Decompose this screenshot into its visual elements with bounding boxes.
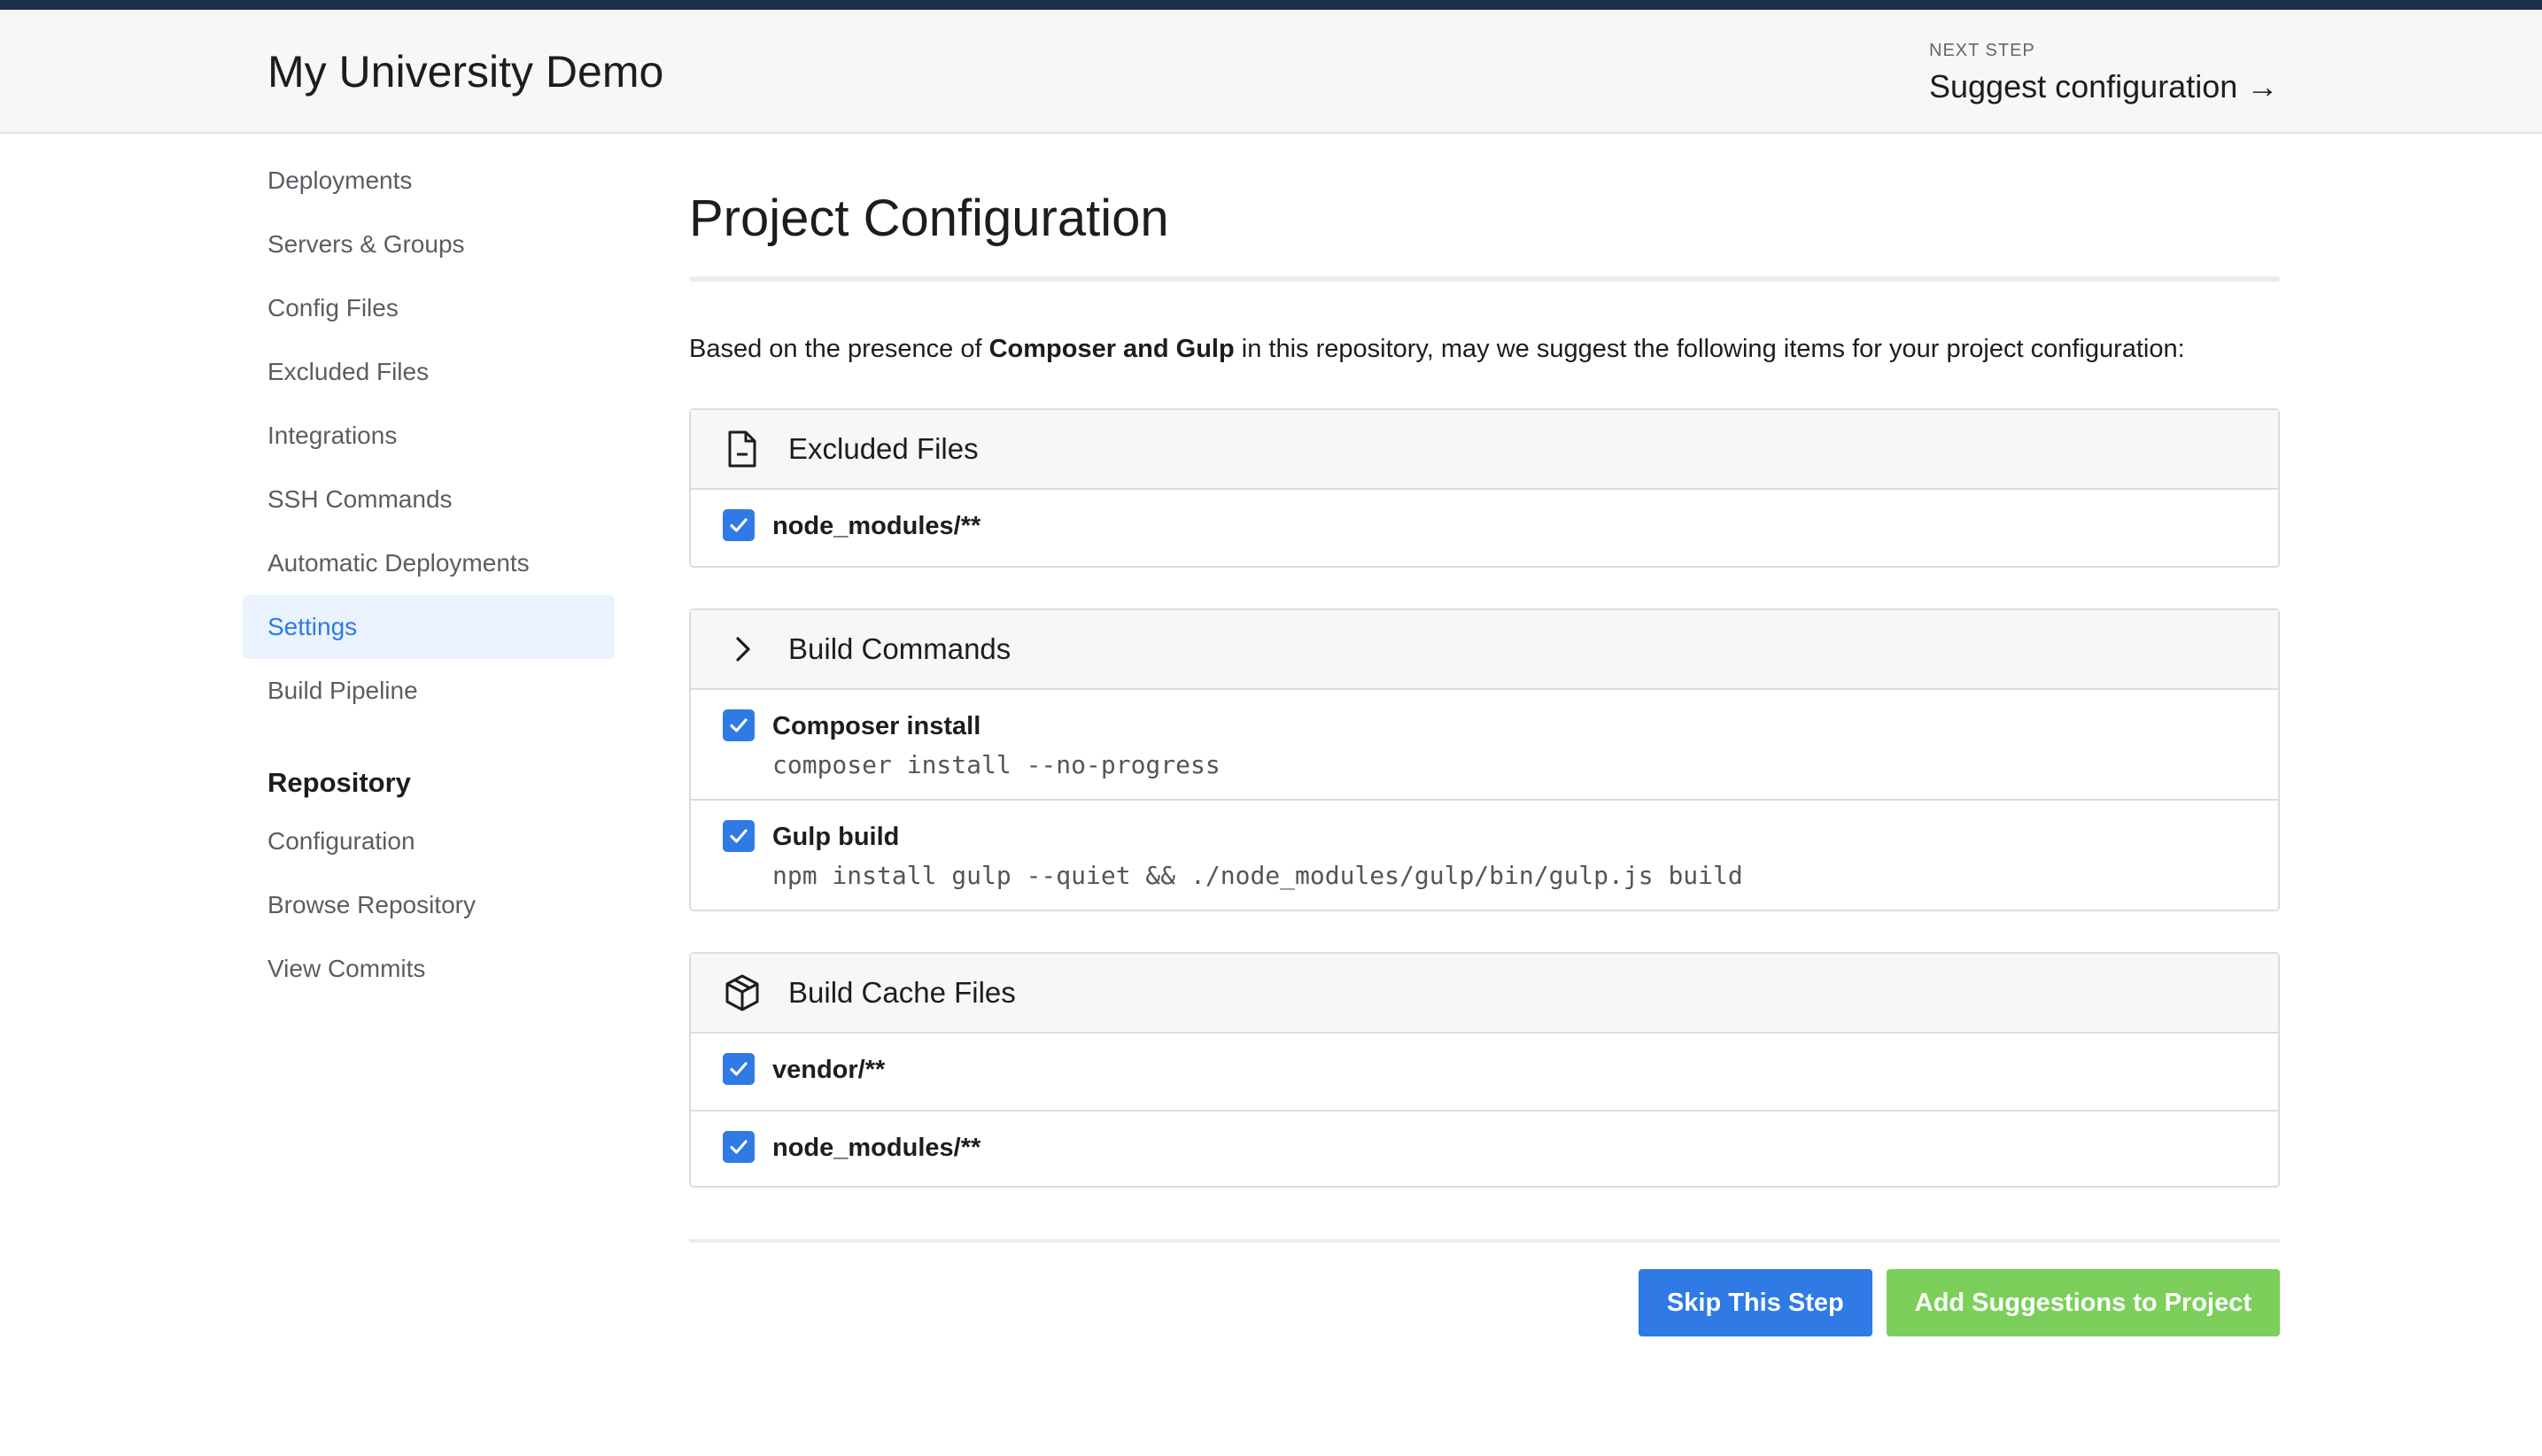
skip-step-button[interactable]: Skip This Step (1638, 1269, 1872, 1337)
sidebar-heading-repository: Repository (267, 767, 411, 798)
item-label: node_modules/** (772, 512, 981, 541)
sidebar-item-excluded-files[interactable]: Excluded Files (243, 340, 615, 404)
panel-header: Build Commands (691, 610, 2278, 691)
title-divider (689, 275, 2280, 282)
file-icon (723, 430, 762, 469)
add-suggestions-button[interactable]: Add Suggestions to Project (1886, 1269, 2280, 1337)
intro-prefix: Based on the presence of (689, 334, 989, 363)
sidebar-item-build-pipeline[interactable]: Build Pipeline (243, 659, 615, 723)
page-title: Project Configuration (689, 190, 1169, 247)
panel-title: Build Commands (788, 632, 1011, 666)
footer-divider (689, 1239, 2280, 1243)
chevron-right-icon (723, 630, 762, 669)
package-icon (723, 973, 762, 1012)
item-label: vendor/** (772, 1056, 886, 1085)
list-item: Gulp build npm install gulp --quiet && .… (691, 799, 2278, 910)
sidebar-item-ssh-commands[interactable]: SSH Commands (243, 468, 615, 531)
intro-text: Based on the presence of Composer and Gu… (689, 333, 2280, 367)
sidebar: Deployments Servers & Groups Config File… (243, 149, 615, 1001)
sidebar-item-configuration[interactable]: Configuration (243, 809, 615, 873)
panel-build-cache-files: Build Cache Files vendor/** node_modules… (689, 952, 2280, 1189)
list-item: vendor/** (691, 1034, 2278, 1110)
panel-header: Build Cache Files (691, 954, 2278, 1034)
checkbox[interactable] (723, 509, 755, 542)
sidebar-item-integrations[interactable]: Integrations (243, 404, 615, 468)
panel-build-commands: Build Commands Composer install composer… (689, 608, 2280, 912)
sidebar-item-config-files[interactable]: Config Files (243, 276, 615, 340)
checkbox[interactable] (723, 820, 755, 853)
sidebar-item-deployments[interactable]: Deployments (243, 149, 615, 213)
list-item: node_modules/** (691, 490, 2278, 566)
sidebar-item-view-commits[interactable]: View Commits (243, 937, 615, 1001)
checkbox[interactable] (723, 1053, 755, 1086)
sidebar-item-automatic-deployments[interactable]: Automatic Deployments (243, 531, 615, 595)
sidebar-item-settings[interactable]: Settings (243, 595, 615, 659)
list-item: Composer install composer install --no-p… (691, 690, 2278, 799)
item-label: Composer install (772, 712, 981, 741)
item-command: npm install gulp --quiet && ./node_modul… (772, 861, 1743, 891)
main-content: Project Configuration Based on the prese… (689, 149, 2280, 1337)
panel-title: Build Cache Files (788, 976, 1016, 1010)
list-item: node_modules/** (691, 1110, 2278, 1186)
sidebar-item-browse-repository[interactable]: Browse Repository (243, 873, 615, 937)
page-header: My University Demo NEXT STEP Suggest con… (0, 10, 2542, 134)
checkbox[interactable] (723, 1131, 755, 1164)
item-label: Gulp build (772, 823, 900, 852)
panel-header: Excluded Files (691, 410, 2278, 491)
panel-excluded-files: Excluded Files node_modules/** (689, 408, 2280, 569)
next-step-label: NEXT STEP (1929, 41, 2035, 60)
panel-title: Excluded Files (788, 432, 979, 466)
app-title: My University Demo (267, 47, 664, 97)
next-step: NEXT STEP Suggest configuration → (1929, 41, 2283, 105)
intro-bold: Composer and Gulp (988, 334, 1235, 363)
item-label: node_modules/** (772, 1134, 981, 1163)
action-bar: Skip This Step Add Suggestions to Projec… (689, 1269, 2280, 1337)
intro-suffix: in this repository, may we suggest the f… (1234, 334, 2185, 363)
item-command: composer install --no-progress (772, 750, 1221, 780)
next-step-link[interactable]: Suggest configuration → (1929, 68, 2283, 105)
checkbox[interactable] (723, 709, 755, 742)
sidebar-item-servers-groups[interactable]: Servers & Groups (243, 213, 615, 276)
top-accent-bar (0, 0, 2542, 10)
